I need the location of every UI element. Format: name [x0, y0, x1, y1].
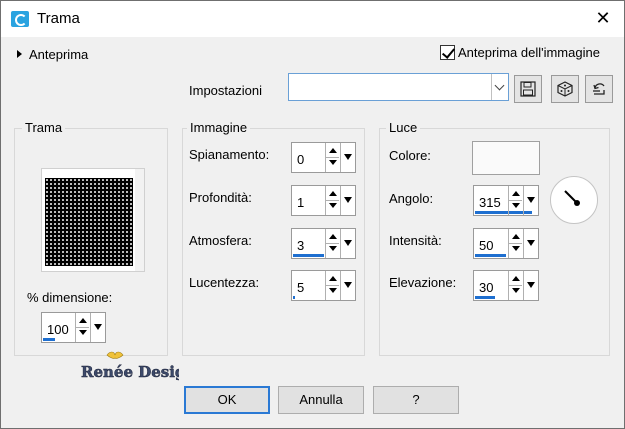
- preview-expander-label: Anteprima: [29, 47, 89, 62]
- arrow-down-icon[interactable]: [512, 288, 520, 293]
- preview-expander[interactable]: Anteprima: [17, 47, 88, 62]
- texture-swatch[interactable]: [45, 178, 133, 266]
- arrow-up-icon[interactable]: [512, 276, 520, 281]
- watermark-logo: Renée Design: [79, 351, 197, 385]
- size-stepper[interactable]: [75, 313, 89, 342]
- texture-preview: [41, 168, 145, 272]
- angle-dropdown-icon[interactable]: [523, 186, 538, 215]
- intensity-value: 50: [479, 238, 494, 253]
- angle-label: Angolo:: [389, 191, 434, 206]
- arrow-down-icon[interactable]: [329, 203, 337, 208]
- texture-scrollbar[interactable]: [135, 169, 144, 271]
- shininess-stepper[interactable]: [325, 271, 339, 300]
- save-icon: [520, 81, 536, 97]
- arrow-up-icon[interactable]: [329, 234, 337, 239]
- save-settings-button[interactable]: [514, 75, 542, 103]
- ambience-stepper[interactable]: [325, 229, 339, 258]
- angle-spinner[interactable]: 315: [473, 185, 539, 216]
- arrow-up-icon[interactable]: [329, 191, 337, 196]
- smoothness-stepper[interactable]: [325, 143, 339, 172]
- expand-arrow-icon: [17, 50, 22, 58]
- depth-value: 1: [297, 195, 305, 210]
- size-spinner[interactable]: 100: [41, 312, 106, 343]
- arrow-down-icon[interactable]: [329, 288, 337, 293]
- close-button[interactable]: ✕: [591, 8, 615, 30]
- shininess-dropdown-icon[interactable]: [340, 271, 355, 300]
- shininess-value: 5: [297, 280, 305, 295]
- settings-label: Impostazioni: [189, 83, 262, 98]
- image-preview-label: Anteprima dell'immagine: [458, 45, 600, 60]
- color-label: Colore:: [389, 148, 431, 163]
- ok-button[interactable]: OK: [184, 386, 270, 414]
- size-slider-fill: [43, 338, 55, 341]
- intensity-stepper[interactable]: [508, 229, 522, 258]
- shininess-slider-fill: [293, 296, 295, 299]
- elevation-stepper[interactable]: [508, 271, 522, 300]
- angle-dial[interactable]: [550, 176, 598, 224]
- arrow-up-icon[interactable]: [329, 148, 337, 153]
- ambience-value: 3: [297, 238, 305, 253]
- size-label: % dimensione:: [27, 290, 113, 305]
- arrow-down-icon[interactable]: [79, 330, 87, 335]
- arrow-up-icon[interactable]: [79, 318, 87, 323]
- ambience-slider-fill: [293, 254, 324, 257]
- smoothness-dropdown-icon[interactable]: [340, 143, 355, 172]
- trama-group-label: Trama: [22, 120, 66, 135]
- reset-icon: [593, 83, 605, 95]
- angle-stepper[interactable]: [508, 186, 522, 215]
- size-dropdown-icon[interactable]: [90, 313, 105, 342]
- title-bar: Trama ✕: [1, 1, 624, 37]
- arrow-down-icon[interactable]: [512, 203, 520, 208]
- random-dice-icon: [557, 81, 573, 97]
- intensity-label: Intensità:: [389, 233, 442, 248]
- randomize-button[interactable]: [551, 75, 579, 103]
- image-preview-checkbox[interactable]: Anteprima dell'immagine: [440, 45, 600, 60]
- elevation-label: Elevazione:: [389, 275, 457, 290]
- arrow-down-icon[interactable]: [512, 246, 520, 251]
- light-color-swatch[interactable]: [472, 141, 540, 175]
- luce-group-label: Luce: [386, 120, 421, 135]
- size-value: 100: [47, 322, 69, 337]
- svg-text:Renée Design: Renée Design: [81, 363, 179, 381]
- depth-dropdown-icon[interactable]: [340, 186, 355, 215]
- ambience-label: Atmosfera:: [189, 233, 252, 248]
- elevation-dropdown-icon[interactable]: [523, 271, 538, 300]
- shininess-label: Lucentezza:: [189, 275, 260, 290]
- smoothness-spinner[interactable]: 0: [291, 142, 356, 173]
- depth-stepper[interactable]: [325, 186, 339, 215]
- intensity-slider-fill: [475, 254, 506, 257]
- intensity-spinner[interactable]: 50: [473, 228, 539, 259]
- intensity-dropdown-icon[interactable]: [523, 229, 538, 258]
- smoothness-label: Spianamento:: [189, 147, 270, 162]
- window-title: Trama: [37, 10, 80, 27]
- depth-spinner[interactable]: 1: [291, 185, 356, 216]
- arrow-up-icon[interactable]: [329, 276, 337, 281]
- help-button[interactable]: ?: [373, 386, 459, 414]
- arrow-down-icon[interactable]: [329, 246, 337, 251]
- elevation-value: 30: [479, 280, 494, 295]
- chevron-down-icon[interactable]: [491, 74, 508, 100]
- smoothness-value: 0: [297, 152, 305, 167]
- cancel-button[interactable]: Annulla: [278, 386, 364, 414]
- dialog-window: Trama ✕ Anteprima Anteprima dell'immagin…: [0, 0, 625, 429]
- depth-label: Profondità:: [189, 190, 252, 205]
- elevation-spinner[interactable]: 30: [473, 270, 539, 301]
- arrow-up-icon[interactable]: [512, 234, 520, 239]
- immagine-group-label: Immagine: [187, 120, 251, 135]
- ambience-spinner[interactable]: 3: [291, 228, 356, 259]
- arrow-up-icon[interactable]: [512, 191, 520, 196]
- app-icon: [11, 11, 29, 27]
- elevation-slider-fill: [475, 296, 495, 299]
- angle-value: 315: [479, 195, 501, 210]
- angle-dial-icon: [564, 190, 580, 206]
- checkmark-icon: [440, 45, 455, 60]
- shininess-spinner[interactable]: 5: [291, 270, 356, 301]
- settings-dropdown[interactable]: [288, 73, 509, 101]
- reset-button[interactable]: [585, 75, 613, 103]
- ambience-dropdown-icon[interactable]: [340, 229, 355, 258]
- arrow-down-icon[interactable]: [329, 160, 337, 165]
